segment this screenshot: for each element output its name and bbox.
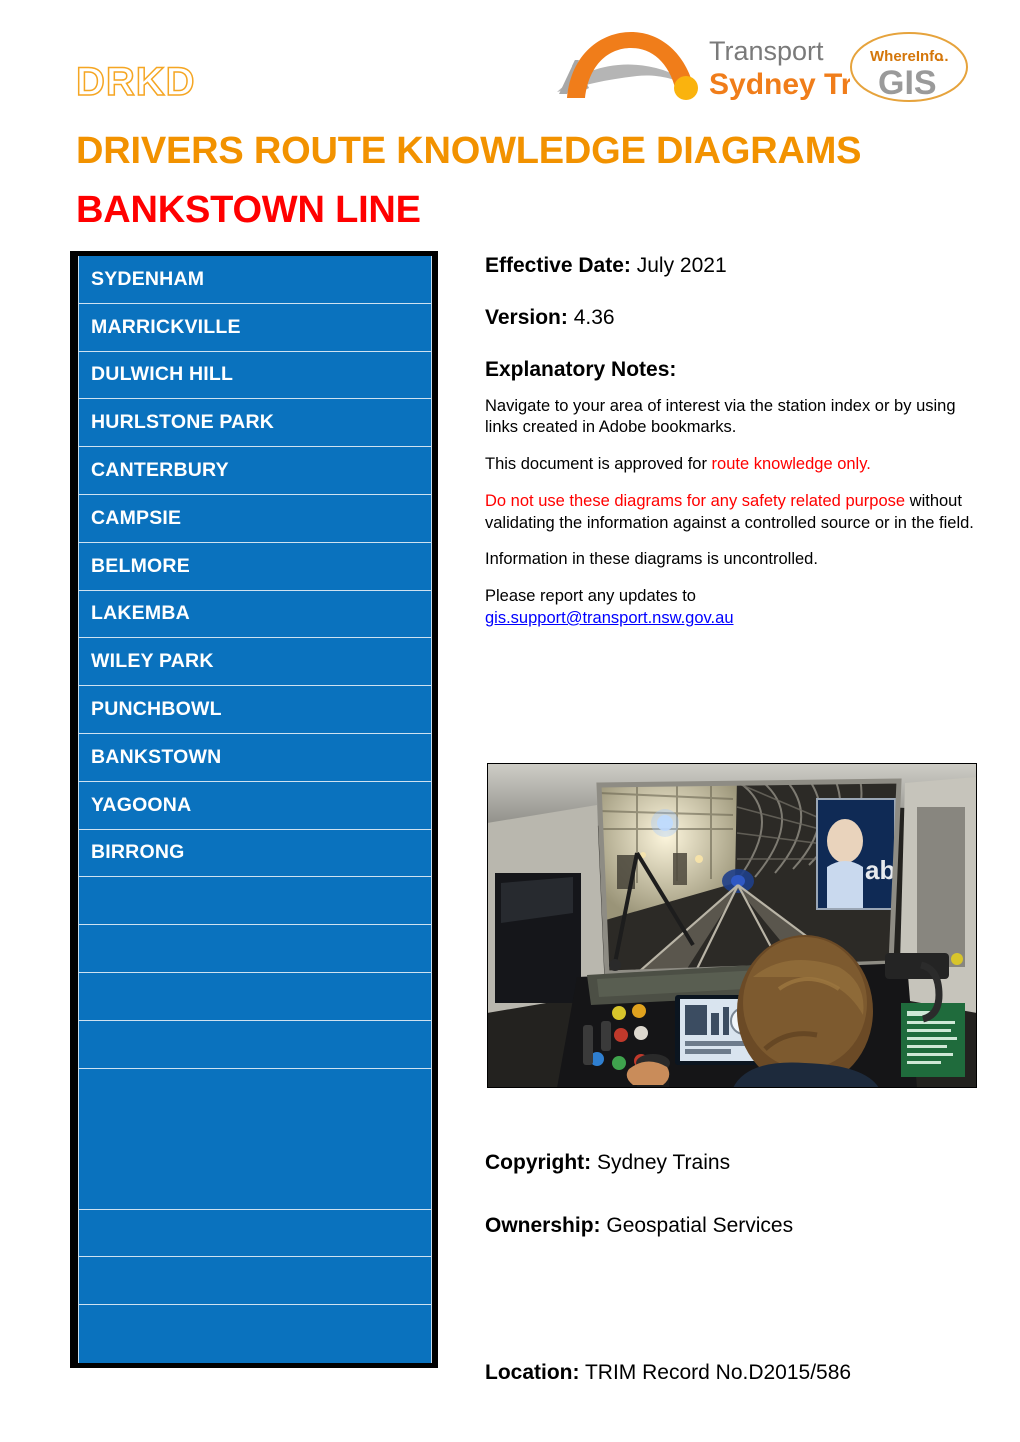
- note-approved-emphasis: route knowledge only.: [711, 455, 871, 474]
- station-index-label: DULWICH HILL: [91, 363, 234, 386]
- copyright-row: Copyright: Sydney Trains: [485, 1150, 985, 1176]
- note-navigate: Navigate to your area of interest via th…: [485, 396, 956, 437]
- station-index-empty-row: [79, 1021, 431, 1069]
- ownership-value: Geospatial Services: [606, 1214, 794, 1238]
- station-index-item[interactable]: MARRICKVILLE: [79, 304, 431, 352]
- ownership-row: Ownership: Geospatial Services: [485, 1213, 985, 1239]
- ownership-label: Ownership:: [485, 1214, 601, 1238]
- note-warning-emphasis: Do not use these diagrams for any safety…: [485, 491, 906, 510]
- station-index-empty-row: [79, 877, 431, 926]
- header-logo-row: Transport Sydney Trains WhereInfo ... GI…: [545, 26, 985, 122]
- station-index-label: SYDENHAM: [91, 267, 205, 290]
- explanatory-notes-heading: Explanatory Notes:: [485, 357, 677, 381]
- effective-date-label: Effective Date:: [485, 254, 631, 277]
- station-index-item[interactable]: YAGOONA: [79, 782, 431, 830]
- station-index-item[interactable]: PUNCHBOWL: [79, 686, 431, 734]
- station-index-item[interactable]: BIRRONG: [79, 830, 431, 878]
- station-index-item[interactable]: DULWICH HILL: [79, 352, 431, 400]
- station-index-label: PUNCHBOWL: [91, 698, 222, 721]
- location-row: Location: TRIM Record No.D2015/586: [485, 1360, 985, 1386]
- note-approved-prefix: This document is approved for: [485, 455, 712, 474]
- svg-text:WhereInfo: WhereInfo: [870, 48, 943, 65]
- drkd-tag: DRKD: [75, 60, 196, 104]
- svg-text:...: ...: [936, 48, 949, 65]
- note-safety-warning: Do not use these diagrams for any safety…: [485, 491, 985, 535]
- station-index-empty-row: [79, 1069, 431, 1210]
- station-index-empty-row: [79, 1210, 431, 1258]
- station-index-empty-row: [79, 925, 431, 973]
- note-report-updates: Please report any updates to gis.support…: [485, 586, 985, 630]
- svg-text:Transport: Transport: [709, 36, 824, 66]
- station-index-item[interactable]: BANKSTOWN: [79, 734, 431, 782]
- station-index-label: HURLSTONE PARK: [91, 411, 275, 434]
- station-index-empty-row: [79, 1257, 431, 1306]
- train-cab-photo: ab: [487, 763, 977, 1088]
- location-label: Location:: [485, 1360, 580, 1384]
- note-report-text: Please report any updates to: [485, 587, 696, 606]
- note-uncontrolled: Information in these diagrams is uncontr…: [485, 550, 818, 569]
- station-index-label: BANKSTOWN: [91, 745, 222, 768]
- station-index-empty-row: [79, 973, 431, 1021]
- support-email-link[interactable]: gis.support@transport.nsw.gov.au: [485, 609, 734, 627]
- station-index-label: BELMORE: [91, 554, 190, 577]
- station-index-label: LAKEMBA: [91, 602, 190, 625]
- note-approved: This document is approved for route know…: [485, 454, 985, 476]
- version-label: Version:: [485, 306, 568, 330]
- station-index-label: MARRICKVILLE: [91, 315, 241, 338]
- station-index-list: SYDENHAM MARRICKVILLE DULWICH HILL HURLSTON…: [78, 256, 432, 1363]
- document-details: Effective Date: July 2021 Version: 4.36 …: [485, 253, 985, 645]
- station-index-item[interactable]: CAMPSIE: [79, 495, 431, 543]
- station-index-item[interactable]: CANTERBURY: [79, 447, 431, 495]
- station-index-item[interactable]: SYDENHAM: [79, 256, 431, 304]
- version-row: Version: 4.36: [485, 305, 985, 331]
- station-index-panel: SYDENHAM MARRICKVILLE DULWICH HILL HURLSTON…: [70, 251, 438, 1368]
- svg-text:ab: ab: [865, 855, 895, 885]
- station-index-label: YAGOONA: [91, 793, 192, 816]
- copyright-label: Copyright:: [485, 1151, 592, 1174]
- whereinfo-gis-logo: WhereInfo ... GIS: [848, 28, 970, 106]
- effective-date-row: Effective Date: July 2021: [485, 253, 985, 279]
- document-footer: Copyright: Sydney Trains Ownership: Geos…: [485, 1150, 985, 1386]
- station-index-empty-row: [79, 1305, 431, 1353]
- station-index-label: CANTERBURY: [91, 459, 229, 482]
- copyright-value: Sydney Trains: [597, 1151, 731, 1174]
- station-index-label: WILEY PARK: [91, 650, 214, 673]
- svg-text:GIS: GIS: [878, 64, 937, 102]
- transport-sydney-trains-logo: Transport Sydney Trains: [545, 26, 912, 104]
- station-index-label: CAMPSIE: [91, 506, 182, 529]
- version-value: 4.36: [573, 306, 615, 330]
- station-index-item[interactable]: LAKEMBA: [79, 591, 431, 639]
- page-title: DRIVERS ROUTE KNOWLEDGE DIAGRAMS: [76, 130, 862, 172]
- station-index-label: BIRRONG: [91, 841, 185, 864]
- station-index-item[interactable]: BELMORE: [79, 543, 431, 591]
- svg-text:Sydney Trains: Sydney Trains: [709, 68, 850, 101]
- line-title: BANKSTOWN LINE: [76, 189, 421, 231]
- station-index-item[interactable]: HURLSTONE PARK: [79, 399, 431, 448]
- station-index-item[interactable]: WILEY PARK: [79, 638, 431, 687]
- effective-date-value: July 2021: [636, 254, 727, 277]
- location-value: TRIM Record No.D2015/586: [584, 1360, 852, 1384]
